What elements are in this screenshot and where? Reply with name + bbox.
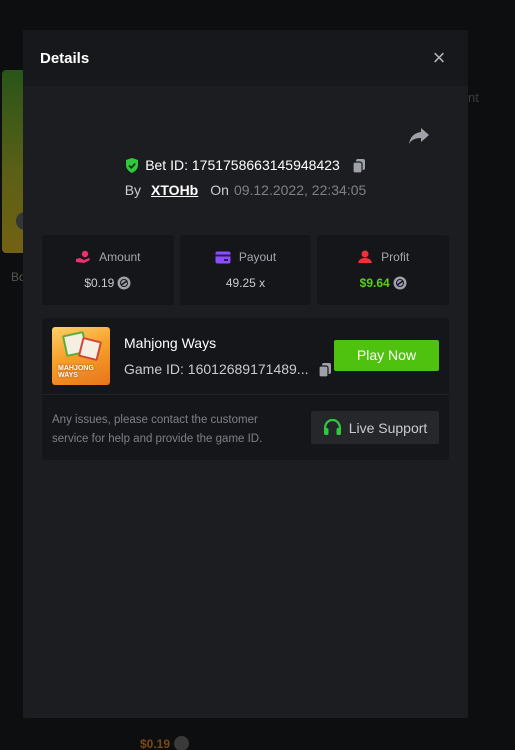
mahjong-tile-icon (77, 336, 103, 362)
bet-id-row: Bet ID: 1751758663145948423 (23, 157, 468, 173)
coin-icon (117, 276, 131, 290)
headset-icon (323, 419, 341, 435)
person-icon (358, 250, 373, 263)
background-label-right: nt (468, 90, 479, 105)
live-support-button[interactable]: Live Support (311, 411, 439, 444)
username-link[interactable]: XTOHb (151, 182, 198, 198)
game-name: Mahjong Ways (124, 335, 217, 351)
stat-profit-value: $9.64 (359, 276, 390, 290)
game-card: MAHJONG WAYS Mahjong Ways Game ID: 16012… (42, 318, 449, 460)
coin-icon (174, 736, 190, 750)
stat-payout: Payout 49.25 x (179, 235, 312, 305)
money-hand-icon (76, 250, 91, 263)
play-now-button[interactable]: Play Now (334, 340, 439, 371)
bet-stats: Amount $0.19 Payout 49.25 x Profit $9.64 (42, 235, 450, 305)
bet-meta-row: By XTOHb On 09.12.2022, 22:34:05 (23, 182, 468, 198)
by-label: By (124, 182, 142, 198)
stat-amount-label: Amount (99, 250, 141, 264)
shield-check-icon (126, 157, 139, 173)
game-id-row: Game ID: 16012689171489... (124, 361, 332, 377)
stat-payout-header: Payout (215, 250, 276, 264)
stat-profit-label: Profit (381, 250, 410, 264)
live-support-label: Live Support (348, 419, 428, 436)
share-icon[interactable] (408, 127, 430, 145)
stat-amount-value: $0.19 (84, 276, 115, 290)
on-label: On (210, 182, 229, 198)
game-id: Game ID: 16012689171489... (124, 361, 309, 377)
stat-payout-label: Payout (238, 250, 277, 264)
stat-payout-value-row: 49.25 x (226, 276, 265, 290)
modal-header: Details × (23, 30, 468, 86)
bet-date: 09.12.2022, 22:34:05 (233, 182, 367, 198)
stat-payout-value: 49.25 x (225, 276, 266, 290)
modal-title: Details (40, 49, 90, 67)
background-amount-text: $0.19 (140, 736, 171, 750)
card-icon (215, 251, 231, 263)
background-amount: $0.19 (140, 736, 190, 750)
game-thumbnail[interactable]: MAHJONG WAYS (52, 327, 110, 385)
copy-icon[interactable] (352, 158, 366, 173)
copy-icon[interactable] (318, 362, 332, 377)
support-note: Any issues, please contact the customer … (52, 414, 263, 445)
thumbnail-title: MAHJONG WAYS (58, 365, 94, 379)
stat-amount-value-row: $0.19 (84, 276, 131, 290)
stat-profit: Profit $9.64 (317, 235, 450, 305)
stat-profit-value-row: $9.64 (360, 276, 407, 290)
close-icon[interactable]: × (430, 47, 448, 69)
bet-id: Bet ID: 1751758663145948423 (145, 157, 340, 173)
stat-profit-header: Profit (357, 250, 409, 264)
divider (42, 394, 449, 395)
stat-amount-header: Amount (75, 250, 141, 264)
bet-details-modal: Details × Bet ID: 1751758663145948423 By… (23, 30, 468, 718)
coin-icon (393, 276, 407, 290)
stat-amount: Amount $0.19 (42, 235, 174, 305)
